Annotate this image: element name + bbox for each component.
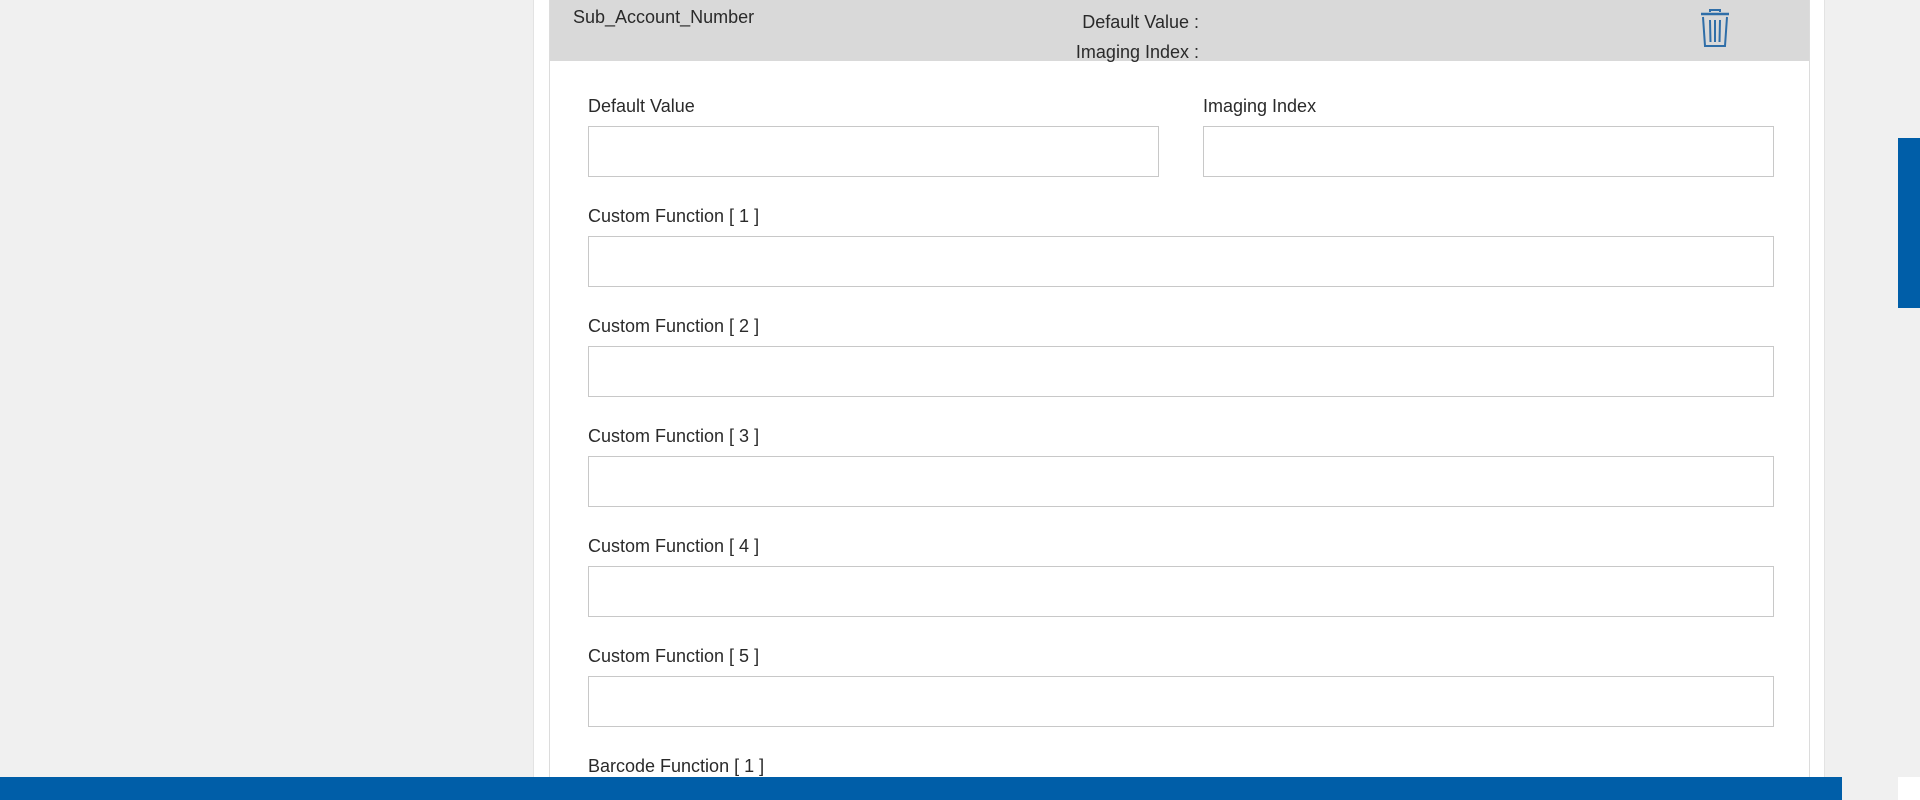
custom-function-2-input[interactable] bbox=[588, 346, 1774, 397]
field-card: Sub_Account_Number Default Value : Imagi… bbox=[549, 0, 1810, 800]
default-value-label: Default Value bbox=[588, 96, 695, 116]
custom-function-4-input[interactable] bbox=[588, 566, 1774, 617]
custom-function-1-label: Custom Function [ 1 ] bbox=[588, 206, 760, 226]
imaging-index-input[interactable] bbox=[1203, 126, 1774, 177]
field-name: Sub_Account_Number bbox=[573, 7, 755, 27]
barcode-function-1-label: Barcode Function [ 1 ] bbox=[588, 756, 765, 776]
custom-function-3-input[interactable] bbox=[588, 456, 1774, 507]
custom-function-2-label: Custom Function [ 2 ] bbox=[588, 316, 760, 336]
summary-imaging-index-label: Imaging Index : bbox=[1075, 42, 1199, 62]
delete-field-button[interactable] bbox=[1698, 8, 1732, 48]
default-value-input[interactable] bbox=[588, 126, 1159, 177]
bottom-bar bbox=[0, 777, 1842, 800]
custom-function-5-input[interactable] bbox=[588, 676, 1774, 727]
field-summary: Default Value : Imaging Index : bbox=[1076, 7, 1199, 67]
scrollbar-thumb[interactable] bbox=[1898, 138, 1920, 308]
bottom-corner bbox=[1898, 777, 1920, 800]
trash-icon bbox=[1701, 9, 1729, 47]
custom-function-5-label: Custom Function [ 5 ] bbox=[588, 646, 760, 666]
page: Sub_Account_Number Default Value : Imagi… bbox=[0, 0, 1920, 800]
summary-default-value-label: Default Value : bbox=[1082, 12, 1199, 32]
custom-function-3-label: Custom Function [ 3 ] bbox=[588, 426, 760, 446]
custom-function-4-label: Custom Function [ 4 ] bbox=[588, 536, 760, 556]
field-card-header[interactable]: Sub_Account_Number Default Value : Imagi… bbox=[550, 0, 1809, 62]
imaging-index-label: Imaging Index bbox=[1203, 96, 1317, 116]
custom-function-1-input[interactable] bbox=[588, 236, 1774, 287]
